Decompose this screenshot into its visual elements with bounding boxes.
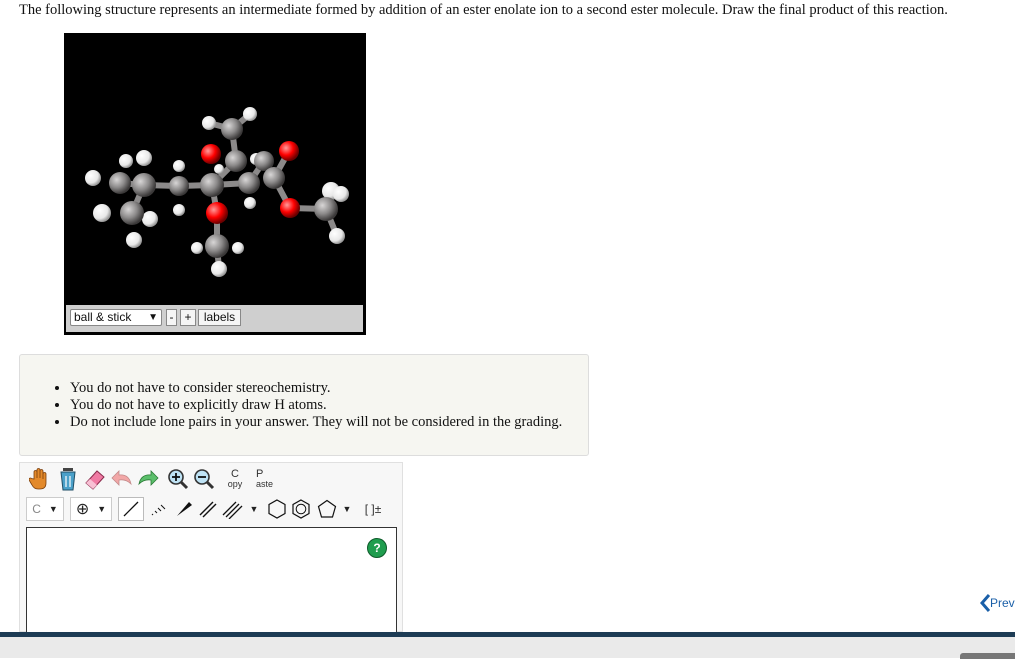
wedge-bond-tool[interactable] bbox=[172, 497, 196, 521]
cyclopentane-icon bbox=[317, 499, 336, 518]
zoom-out-button[interactable]: - bbox=[166, 309, 177, 326]
instruction-item: You do not have to consider stereochemis… bbox=[70, 380, 562, 397]
instruction-item: You do not have to explicitly draw H ato… bbox=[70, 397, 562, 414]
clear-canvas-icon[interactable] bbox=[56, 466, 80, 492]
zoom-in-button[interactable]: + bbox=[180, 309, 196, 326]
cyclohexane-icon bbox=[268, 499, 286, 519]
element-value: C bbox=[32, 502, 41, 516]
chevron-down-icon: ▼ bbox=[249, 504, 259, 514]
chevron-left-icon bbox=[980, 594, 990, 612]
paste-label-bottom: aste bbox=[256, 479, 274, 489]
benzene-icon bbox=[292, 499, 310, 519]
prev-label: Prev bbox=[990, 596, 1015, 610]
instructions-box: You do not have to consider stereochemis… bbox=[19, 354, 589, 456]
chevron-down-icon: ▼ bbox=[97, 504, 107, 514]
charge-select[interactable]: ⊕ ▼ bbox=[70, 497, 112, 521]
redo-icon[interactable] bbox=[136, 466, 160, 492]
paste-label-top: P bbox=[256, 468, 264, 480]
display-mode-select[interactable]: ball & stick ▼ bbox=[70, 309, 162, 326]
molecule-3d-model[interactable] bbox=[64, 33, 366, 305]
charge-plus-icon: ⊕ bbox=[75, 501, 90, 518]
triple-bond-icon bbox=[222, 501, 242, 519]
viewer-controls: ball & stick ▼ - + labels bbox=[66, 305, 363, 332]
prev-link[interactable]: Prev bbox=[980, 594, 1015, 612]
footer-tab[interactable] bbox=[960, 653, 1015, 659]
instructions-list: You do not have to consider stereochemis… bbox=[20, 380, 562, 431]
instruction-item: Do not include lone pairs in your answer… bbox=[70, 414, 562, 431]
single-bond-icon bbox=[123, 501, 139, 517]
paste-button[interactable]: P aste bbox=[252, 466, 278, 492]
question-text: The following structure represents an in… bbox=[19, 2, 948, 18]
zoom-out-icon[interactable] bbox=[192, 466, 216, 492]
bracket-tool[interactable]: [ ]± bbox=[360, 497, 386, 521]
wedge-bond-icon bbox=[177, 502, 192, 516]
footer-bar bbox=[0, 637, 1015, 658]
labels-button[interactable]: labels bbox=[198, 309, 241, 326]
triple-bond-select[interactable]: ▼ bbox=[220, 497, 260, 521]
drawing-canvas[interactable]: ? bbox=[26, 527, 397, 637]
element-select[interactable]: C ▼ bbox=[26, 497, 64, 521]
single-bond-tool[interactable] bbox=[118, 497, 144, 521]
structure-editor: C opy P aste C ▼ ⊕ ▼ ▼ ▼ [ ]± ? bbox=[19, 462, 403, 637]
double-bond-tool[interactable] bbox=[196, 497, 220, 521]
copy-button[interactable]: C opy bbox=[224, 466, 246, 492]
zoom-in-icon[interactable] bbox=[166, 466, 190, 492]
copy-label-bottom: opy bbox=[227, 479, 243, 489]
copy-label-top: C bbox=[231, 468, 239, 480]
benzene-tool[interactable] bbox=[290, 497, 312, 521]
molecule-viewer[interactable]: ball & stick ▼ - + labels bbox=[64, 33, 366, 335]
help-button[interactable]: ? bbox=[367, 538, 387, 558]
double-bond-icon bbox=[199, 501, 217, 518]
chevron-down-icon: ▼ bbox=[342, 504, 352, 514]
cyclohexane-tool[interactable] bbox=[266, 497, 288, 521]
hand-move-icon[interactable] bbox=[28, 466, 52, 492]
eraser-icon[interactable] bbox=[82, 466, 108, 492]
cyclopentane-select[interactable]: ▼ bbox=[314, 497, 354, 521]
chevron-down-icon: ▼ bbox=[48, 504, 58, 514]
undo-icon[interactable] bbox=[110, 466, 134, 492]
display-mode-value: ball & stick bbox=[74, 310, 132, 324]
hashed-bond-icon bbox=[151, 504, 166, 516]
hashed-bond-tool[interactable] bbox=[146, 497, 170, 521]
chevron-down-icon: ▼ bbox=[148, 312, 158, 323]
